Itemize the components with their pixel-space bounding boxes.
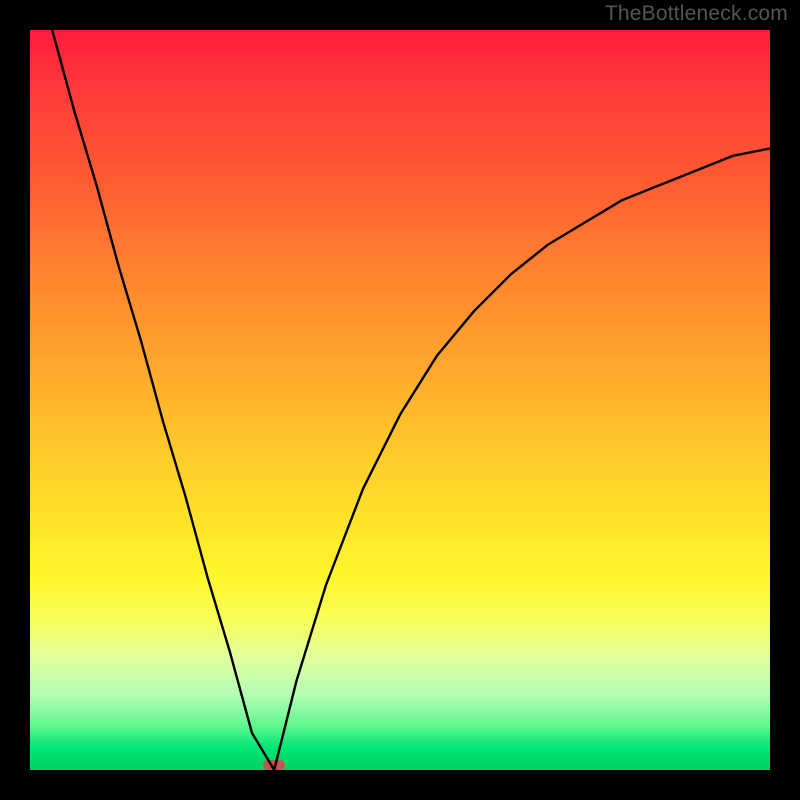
- curve-path: [52, 30, 770, 770]
- chart-frame: TheBottleneck.com: [0, 0, 800, 800]
- plot-area: [30, 30, 770, 770]
- bottleneck-curve: [30, 30, 770, 770]
- watermark-text: TheBottleneck.com: [605, 2, 788, 26]
